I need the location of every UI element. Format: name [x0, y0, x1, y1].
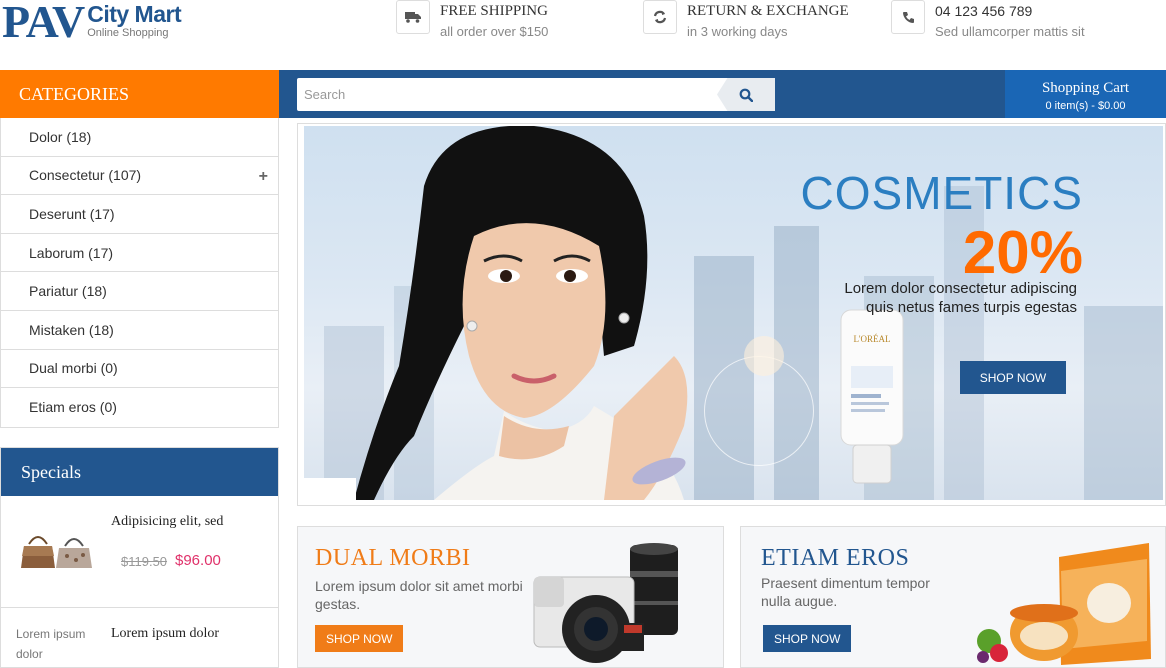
category-item-etiam-eros[interactable]: Etiam eros (0) [1, 388, 278, 427]
special-image-alt-text: Lorem ipsum dolor [16, 627, 86, 661]
promo-dual-morbi[interactable]: DUAL MORBI Lorem ipsum dolor sit amet mo… [297, 526, 724, 668]
site-logo[interactable]: PAV City Mart Online Shopping [2, 0, 182, 47]
search-box [297, 78, 775, 111]
shopping-cart[interactable]: Shopping Cart 0 item(s) - $0.00 [1005, 70, 1166, 118]
specials-panel: Specials Adipisicing elit, sed $119.50 $… [0, 447, 279, 668]
categories-heading: CATEGORIES [0, 70, 279, 118]
category-label: Laborum (17) [29, 244, 114, 261]
promo-title: DUAL MORBI [315, 545, 471, 571]
handbag-product-image[interactable] [21, 530, 93, 572]
feature-subtitle: in 3 working days [687, 24, 788, 39]
special-product-title[interactable]: Adipisicing elit, sed [111, 514, 223, 530]
banner-discount: 20% [962, 219, 1083, 286]
category-label: Consectetur (107) [29, 167, 142, 184]
promo-etiam-eros[interactable]: ETIAM EROS Praesent dimentum tempor null… [740, 526, 1166, 668]
special-product[interactable]: Lorem ipsum dolor Lorem ipsum dolor [1, 608, 278, 668]
expand-plus-icon[interactable]: + [259, 168, 268, 186]
search-input[interactable] [297, 78, 717, 111]
banner-image: L'ORÉAL COSMETICS 20% Lorem dolor consec… [304, 126, 1163, 500]
category-label: Deserunt (17) [29, 205, 115, 222]
search-button[interactable] [717, 78, 775, 111]
specials-heading: Specials [1, 448, 278, 496]
header: PAV City Mart Online Shopping FREE SHIPP… [0, 0, 1166, 70]
phone-icon [891, 0, 925, 34]
feature-subtitle: Sed ullamcorper mattis sit [935, 24, 1085, 39]
category-label: Dolor (18) [29, 128, 92, 145]
model-portrait [354, 126, 688, 500]
logo-city-mart: City Mart [87, 1, 182, 27]
category-label: Pariatur (18) [29, 283, 107, 300]
category-label: Dual morbi (0) [29, 360, 118, 377]
banner-title: COSMETICS [800, 167, 1083, 219]
special-product-title[interactable]: Lorem ipsum dolor [111, 626, 219, 642]
special-old-price: $119.50 [121, 554, 168, 569]
cart-summary: 0 item(s) - $0.00 [1045, 100, 1126, 112]
category-item-consectetur[interactable]: Consectetur (107) + [1, 157, 278, 196]
cart-title: Shopping Cart [1041, 80, 1130, 96]
feature-title: FREE SHIPPING [440, 3, 548, 19]
feature-title: 04 123 456 789 [935, 3, 1033, 19]
promo-shop-now-button[interactable]: SHOP NOW [763, 625, 852, 652]
promo-text: Praesent dimentum tempor nulla augue. [761, 575, 930, 609]
refresh-icon [643, 0, 677, 34]
feature-phone: 04 123 456 789 Sed ullamcorper mattis si… [891, 0, 1085, 40]
category-item-deserunt[interactable]: Deserunt (17) [1, 195, 278, 234]
feature-free-shipping: FREE SHIPPING all order over $150 [396, 0, 548, 40]
feature-title: RETURN & EXCHANGE [687, 3, 849, 19]
logo-tagline: Online Shopping [87, 27, 169, 39]
special-price: $96.00 [175, 552, 221, 569]
category-item-mistaken[interactable]: Mistaken (18) [1, 311, 278, 350]
hero-banner[interactable]: L'ORÉAL COSMETICS 20% Lorem dolor consec… [297, 123, 1166, 506]
category-item-dolor[interactable]: Dolor (18) [1, 118, 278, 157]
feature-subtitle: all order over $150 [440, 24, 549, 39]
camera-product-image [533, 543, 678, 663]
category-label: Etiam eros (0) [29, 399, 117, 416]
food-product-image [977, 543, 1151, 665]
category-item-laborum[interactable]: Laborum (17) [1, 234, 278, 273]
banner-shop-now-button[interactable]: SHOP NOW [960, 361, 1066, 394]
special-product[interactable]: Adipisicing elit, sed $119.50 $96.00 [1, 496, 278, 608]
category-list: Dolor (18) Consectetur (107) + Deserunt (… [0, 118, 279, 428]
search-icon [739, 88, 753, 102]
bottle-brand: L'ORÉAL [853, 334, 890, 344]
banner-corner-mask [304, 478, 356, 500]
feature-return-exchange: RETURN & EXCHANGE in 3 working days [643, 0, 849, 40]
category-item-dual-morbi[interactable]: Dual morbi (0) [1, 350, 278, 389]
category-item-pariatur[interactable]: Pariatur (18) [1, 272, 278, 311]
category-label: Mistaken (18) [29, 321, 114, 338]
promo-text: Lorem ipsum dolor sit amet morbi gestas. [315, 578, 523, 612]
cosmetic-bottle-image: L'ORÉAL [840, 309, 904, 484]
promo-shop-now-button[interactable]: SHOP NOW [315, 625, 404, 652]
truck-icon [396, 0, 430, 34]
promo-title: ETIAM EROS [761, 545, 910, 571]
banner-description: Lorem dolor consectetur adipiscing quis … [844, 280, 1077, 316]
logo-pav: PAV [2, 0, 85, 47]
